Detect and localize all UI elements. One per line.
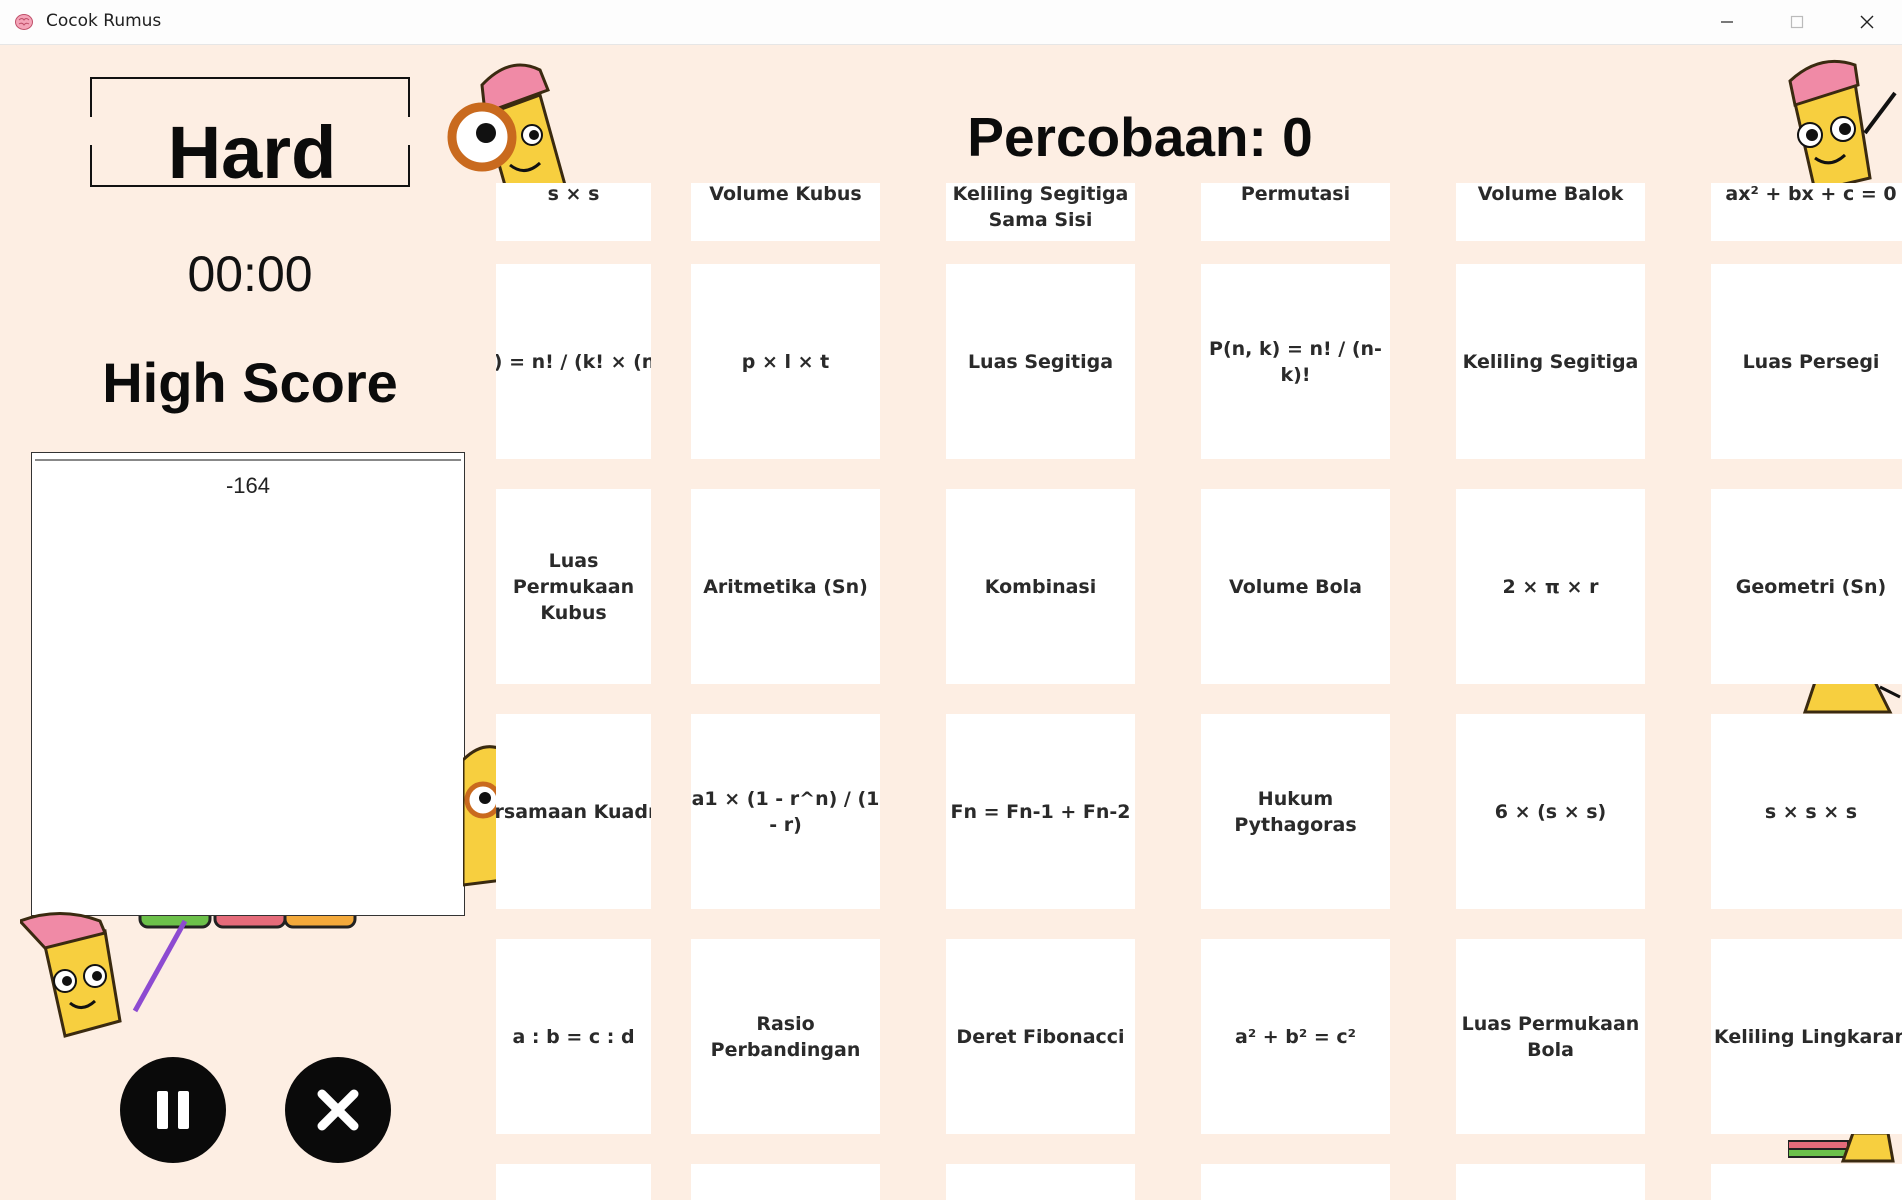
formula-card[interactable]: Aritmetika (Sn) xyxy=(691,489,880,684)
game-area: Hard 00:00 High Score -164 Percobaan: 0 xyxy=(0,45,1902,1200)
formula-card[interactable]: a : b = c : d xyxy=(496,939,651,1134)
formula-card-label: Aritmetika (Sn) xyxy=(703,575,868,598)
formula-card-label: Keliling Lingkaran xyxy=(1714,1025,1902,1048)
formula-card[interactable] xyxy=(946,1164,1135,1200)
formula-card[interactable]: Volume Balok xyxy=(1456,183,1645,241)
formula-card[interactable] xyxy=(691,1164,880,1200)
formula-card-label: Kombinasi xyxy=(984,575,1097,598)
pencil-mascot-icon xyxy=(20,912,188,1038)
formula-card[interactable]: Deret Fibonacci xyxy=(946,939,1135,1134)
formula-card-label: Fn = Fn-1 + Fn-2 xyxy=(950,800,1131,823)
formula-card-label: Luas Persegi xyxy=(1742,350,1880,373)
brain-icon xyxy=(15,14,33,30)
formula-card[interactable]: Persamaan Kuadrat xyxy=(496,714,651,909)
formula-card-label: Permutasi xyxy=(1240,183,1351,205)
formula-card-label: P(n, k) = n! / (n-k)! xyxy=(1209,337,1382,386)
window-title: Cocok Rumus xyxy=(46,11,162,31)
formula-card[interactable]: ax² + bx + c = 0 xyxy=(1711,183,1902,241)
formula-card[interactable]: a1 × (1 - r^n) / (1 - r) xyxy=(691,714,880,909)
formula-card[interactable]: Volume Kubus xyxy=(691,183,880,241)
formula-card-label: Luas Permukaan Kubus xyxy=(512,549,635,624)
formula-card[interactable]: Volume Bola xyxy=(1201,489,1390,684)
formula-card[interactable]: (n, k) = n! / (k! × (n-k)!) xyxy=(496,264,651,459)
formula-card-label: 6 × (s × s) xyxy=(1494,800,1607,823)
formula-card[interactable]: P(n, k) = n! / (n-k)! xyxy=(1201,264,1390,459)
formula-card[interactable]: 6 × (s × s) xyxy=(1456,714,1645,909)
pause-icon xyxy=(157,1091,189,1129)
formula-card-label: Rasio Perbandingan xyxy=(710,1012,861,1061)
difficulty-label: Hard xyxy=(167,111,337,194)
formula-card[interactable]: Luas Persegi xyxy=(1711,264,1902,459)
formula-card-label: Deret Fibonacci xyxy=(956,1025,1125,1048)
formula-card[interactable] xyxy=(496,1164,651,1200)
formula-card[interactable]: s × s × s xyxy=(1711,714,1902,909)
formula-card[interactable]: Hukum Pythagoras xyxy=(1201,714,1390,909)
formula-card-label: p × l × t xyxy=(741,350,830,373)
formula-card[interactable] xyxy=(1201,1164,1390,1200)
formula-card-label: a² + b² = c² xyxy=(1235,1025,1356,1048)
formula-card[interactable]: Keliling Lingkaran xyxy=(1711,939,1902,1134)
close-icon xyxy=(1860,15,1874,29)
formula-card-label: Luas Permukaan Bola xyxy=(1461,1012,1640,1061)
formula-card[interactable]: Keliling Segitiga xyxy=(1456,264,1645,459)
formula-card[interactable] xyxy=(1711,1164,1902,1200)
formula-card-label: Volume Balok xyxy=(1477,183,1624,205)
formula-card-label: Volume Bola xyxy=(1229,575,1362,598)
formula-card[interactable]: Luas Permukaan Bola xyxy=(1456,939,1645,1134)
formula-card[interactable]: Fn = Fn-1 + Fn-2 xyxy=(946,714,1135,909)
formula-card-label: s × s × s xyxy=(1764,800,1858,823)
formula-card-label: Persamaan Kuadrat xyxy=(496,800,651,823)
formula-card[interactable]: Luas Segitiga xyxy=(946,264,1135,459)
maximize-button[interactable] xyxy=(1762,0,1832,44)
pencil-mascot-icon xyxy=(1788,1133,1895,1163)
formula-card[interactable]: 2 × π × r xyxy=(1456,489,1645,684)
formula-card-label: Volume Kubus xyxy=(709,183,862,205)
exit-button[interactable] xyxy=(285,1057,391,1163)
formula-card[interactable]: Rasio Perbandingan xyxy=(691,939,880,1134)
formula-card-label: a : b = c : d xyxy=(512,1025,635,1048)
formula-card-label: Geometri (Sn) xyxy=(1735,575,1887,598)
minimize-icon xyxy=(1721,21,1733,23)
high-score-item: -164 xyxy=(225,473,271,498)
high-score-title: High Score xyxy=(102,351,398,414)
formula-card-label: 2 × π × r xyxy=(1502,575,1599,598)
close-window-button[interactable] xyxy=(1832,0,1902,44)
pencil-mascot-icon xyxy=(1788,59,1897,193)
title-bar: Cocok Rumus xyxy=(0,0,1902,45)
formula-card-label: a1 × (1 - r^n) / (1 - r) xyxy=(691,787,880,836)
formula-card[interactable]: s × s xyxy=(496,183,651,241)
formula-card[interactable]: Luas Permukaan Kubus xyxy=(496,489,651,684)
formula-card[interactable]: Geometri (Sn) xyxy=(1711,489,1902,684)
formula-card-label: ax² + bx + c = 0 xyxy=(1725,183,1897,205)
formula-card-label: Keliling Segitiga xyxy=(1462,350,1639,373)
attempts-counter: Percobaan: 0 xyxy=(967,106,1313,168)
formula-card[interactable]: Kombinasi xyxy=(946,489,1135,684)
x-icon xyxy=(317,1089,359,1131)
formula-card-label: (n, k) = n! / (k! × (n-k)!) xyxy=(496,350,651,373)
difficulty-box: Hard xyxy=(88,77,416,193)
formula-card-label: Luas Segitiga xyxy=(967,350,1114,373)
formula-card[interactable] xyxy=(1456,1164,1645,1200)
timer: 00:00 xyxy=(187,246,313,302)
minimize-button[interactable] xyxy=(1692,0,1762,44)
formula-card[interactable]: Permutasi xyxy=(1201,183,1390,241)
formula-card[interactable]: Keliling Segitiga Sama Sisi xyxy=(946,183,1135,241)
high-score-list[interactable]: -164 xyxy=(31,452,465,916)
formula-card-label: s × s xyxy=(547,183,600,205)
maximize-icon xyxy=(1790,15,1804,29)
formula-card-label: Hukum Pythagoras xyxy=(1234,787,1357,836)
pause-button[interactable] xyxy=(120,1057,226,1163)
formula-card[interactable]: p × l × t xyxy=(691,264,880,459)
formula-card[interactable]: a² + b² = c² xyxy=(1201,939,1390,1134)
formula-card-label: Keliling Segitiga Sama Sisi xyxy=(952,183,1129,231)
